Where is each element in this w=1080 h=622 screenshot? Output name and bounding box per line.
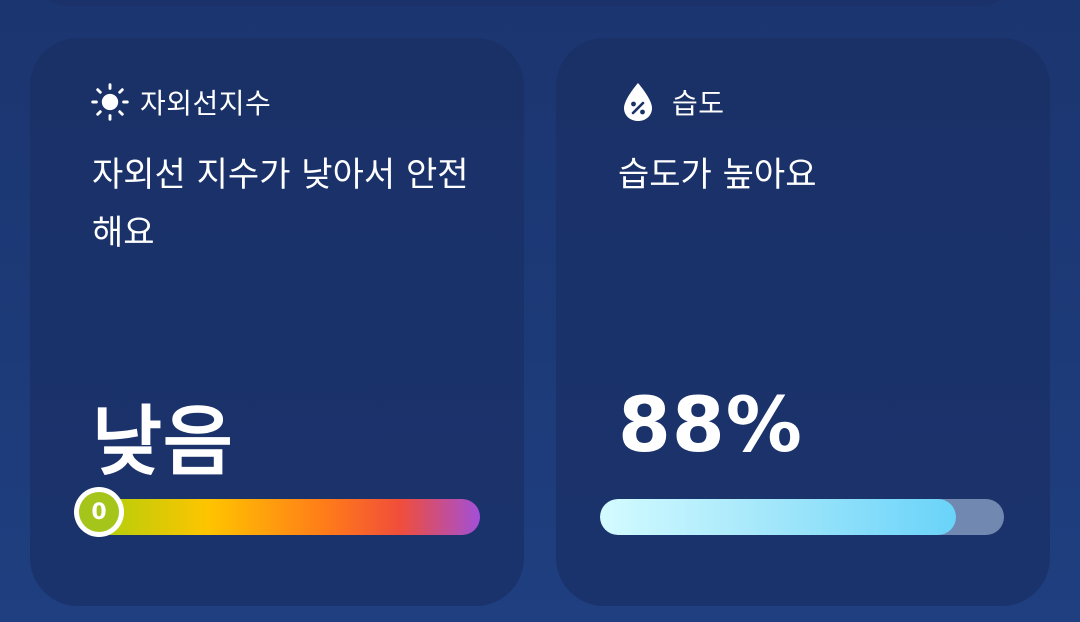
uv-index-bar: 0 bbox=[74, 487, 480, 537]
humidity-value: 88% bbox=[618, 380, 803, 469]
humidity-bar-fill bbox=[600, 499, 956, 535]
sun-icon bbox=[90, 82, 130, 122]
humidity-card-header: 습도 bbox=[618, 82, 725, 122]
humidity-drop-icon bbox=[618, 82, 658, 122]
humidity-card-title: 습도 bbox=[672, 87, 725, 120]
uv-card-title: 자외선지수 bbox=[140, 87, 272, 120]
uv-index-card[interactable]: 자외선지수 자외선 지수가 낮아서 안전해요 낮음 0 bbox=[30, 38, 524, 606]
uv-card-header: 자외선지수 bbox=[90, 82, 272, 122]
uv-index-marker: 0 bbox=[74, 487, 124, 537]
humidity-card[interactable]: 습도 습도가 높아요 88% bbox=[556, 38, 1050, 606]
humidity-card-message: 습도가 높아요 bbox=[618, 155, 817, 195]
humidity-bar bbox=[600, 499, 1004, 535]
uv-card-message: 자외선 지수가 낮아서 안전해요 bbox=[92, 155, 469, 253]
previous-card-edge bbox=[30, 0, 1020, 6]
uv-index-number: 0 bbox=[79, 492, 119, 532]
uv-level-value: 낮음 bbox=[92, 397, 234, 486]
